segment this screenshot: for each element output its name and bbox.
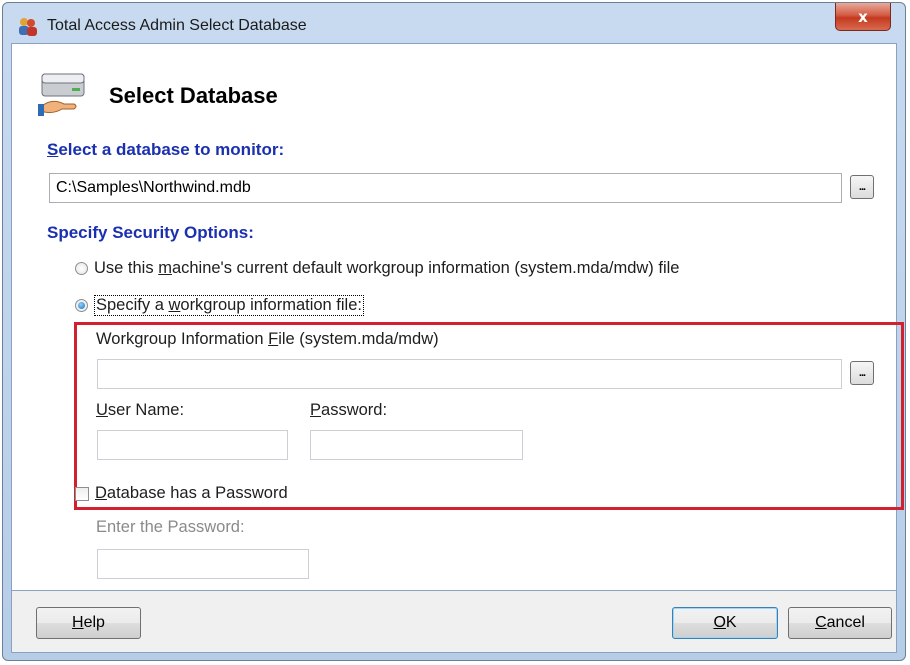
specify-workgroup-radio[interactable] xyxy=(75,299,88,312)
button-bar: Help OK Cancel xyxy=(11,591,897,653)
database-browse-button[interactable]: ... xyxy=(850,175,874,199)
ellipsis-icon: ... xyxy=(858,181,866,193)
dialog-window: Total Access Admin Select Database x Sel… xyxy=(2,2,906,661)
title-bar[interactable]: Total Access Admin Select Database x xyxy=(3,3,905,45)
db-password-checkbox[interactable] xyxy=(75,486,89,501)
specify-workgroup-option[interactable]: Specify a workgroup information file: xyxy=(75,295,364,316)
close-icon: x xyxy=(858,7,868,26)
database-section-label: Select a database to monitor: xyxy=(47,140,285,159)
db-password-check-label: Database has a Password xyxy=(95,484,288,502)
default-workgroup-label: Use this machine's current default workg… xyxy=(94,259,680,277)
username-label: User Name: xyxy=(96,401,185,419)
database-path-input[interactable]: C:\Samples\Northwind.mdb xyxy=(49,173,842,203)
password-label: Password: xyxy=(310,401,388,419)
workgroup-file-label: Workgroup Information File (system.mda/m… xyxy=(96,330,439,348)
page-title: Select Database xyxy=(109,83,278,108)
dialog-body: Select Database Select a database to mon… xyxy=(11,43,904,591)
password-input[interactable] xyxy=(310,430,523,460)
security-section-label: Specify Security Options: xyxy=(47,223,254,242)
db-password-option[interactable]: Database has a Password xyxy=(75,484,288,503)
workgroup-highlight-box xyxy=(74,322,904,510)
app-icon xyxy=(17,17,39,37)
specify-workgroup-label: Specify a workgroup information file: xyxy=(94,295,364,316)
ok-button[interactable]: OK xyxy=(672,607,778,639)
default-workgroup-option[interactable]: Use this machine's current default workg… xyxy=(75,259,679,278)
window-title: Total Access Admin Select Database xyxy=(47,17,307,34)
cancel-button[interactable]: Cancel xyxy=(788,607,892,639)
enter-password-label: Enter the Password: xyxy=(96,518,245,536)
default-workgroup-radio[interactable] xyxy=(75,262,88,275)
workgroup-file-input[interactable] xyxy=(97,359,842,389)
workgroup-browse-button[interactable]: ... xyxy=(850,361,874,385)
db-password-input[interactable] xyxy=(97,549,309,579)
help-button[interactable]: Help xyxy=(36,607,141,639)
ellipsis-icon: ... xyxy=(858,367,866,379)
close-button[interactable]: x xyxy=(835,3,891,31)
database-hand-icon xyxy=(38,68,90,120)
username-input[interactable] xyxy=(97,430,288,460)
